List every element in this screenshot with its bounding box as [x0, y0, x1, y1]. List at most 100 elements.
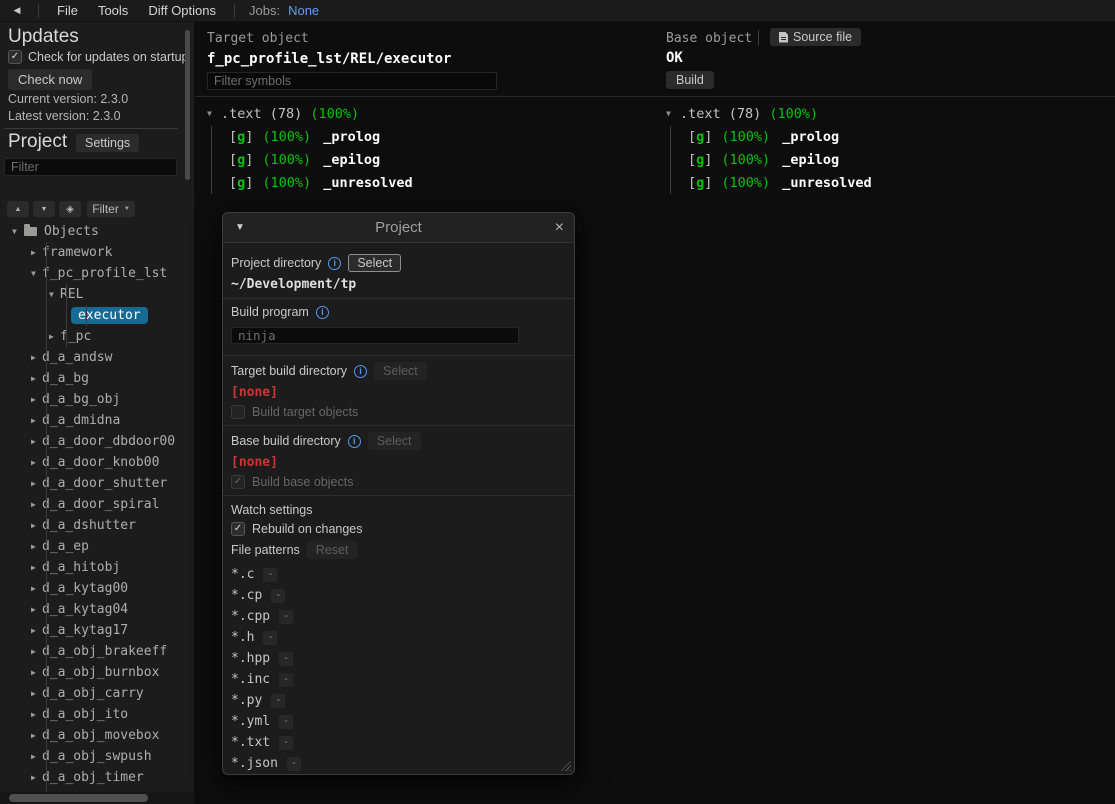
remove-pattern-button[interactable]: - — [279, 736, 293, 750]
close-icon[interactable]: × — [555, 220, 564, 236]
tree-item-executor[interactable]: ▶executor — [0, 305, 182, 326]
collapsed-arrow-icon[interactable]: ▶ — [31, 353, 42, 362]
collapsed-arrow-icon[interactable]: ▶ — [31, 248, 42, 257]
remove-pattern-button[interactable]: - — [263, 631, 277, 645]
tree-item-d_a_door_shutter[interactable]: ▶d_a_door_shutter — [0, 473, 182, 494]
collapsed-arrow-icon[interactable]: ▶ — [31, 710, 42, 719]
collapsed-arrow-icon[interactable]: ▶ — [31, 647, 42, 656]
collapse-all-button[interactable]: ▲ — [7, 201, 29, 217]
tree-item-d_a_bg[interactable]: ▶d_a_bg — [0, 368, 182, 389]
tree-item-framework[interactable]: ▶framework — [0, 242, 182, 263]
collapsed-arrow-icon[interactable]: ▶ — [31, 668, 42, 677]
collapsed-arrow-icon[interactable]: ▶ — [49, 332, 60, 341]
symbol-filter-input[interactable] — [207, 72, 497, 90]
tree-item-d_a_obj_brakeeff[interactable]: ▶d_a_obj_brakeeff — [0, 641, 182, 662]
expand-all-button[interactable]: ▼ — [33, 201, 55, 217]
tree-item-d_a_door_spiral[interactable]: ▶d_a_door_spiral — [0, 494, 182, 515]
build-base-objects-checkbox[interactable]: ✓ — [231, 475, 245, 489]
filter-dropdown[interactable]: Filter ▼ — [87, 201, 135, 217]
menu-diff-options[interactable]: Diff Options — [138, 3, 226, 18]
collapsed-arrow-icon[interactable]: ▶ — [31, 416, 42, 425]
back-icon[interactable]: ◀ — [4, 5, 30, 16]
expanded-arrow-icon[interactable]: ▼ — [31, 269, 42, 278]
collapsed-arrow-icon[interactable]: ▶ — [31, 542, 42, 551]
remove-pattern-button[interactable]: - — [271, 694, 285, 708]
tree-item-f_pc_profile_lst[interactable]: ▼f_pc_profile_lst — [0, 263, 182, 284]
source-file-button[interactable]: Source file — [770, 28, 861, 46]
collapsed-arrow-icon[interactable]: ▶ — [31, 689, 42, 698]
remove-pattern-button[interactable]: - — [279, 715, 293, 729]
checkbox-icon[interactable]: ✓ — [8, 50, 22, 64]
tree-item-f_pc[interactable]: ▶f_pc — [0, 326, 182, 347]
expanded-arrow-icon[interactable]: ▼ — [207, 109, 221, 118]
collapsed-arrow-icon[interactable]: ▶ — [31, 500, 42, 509]
check-now-button[interactable]: Check now — [8, 69, 92, 90]
remove-pattern-button[interactable]: - — [279, 673, 293, 687]
info-icon[interactable] — [328, 257, 341, 270]
symbol-row[interactable]: [g](100%)_epilog — [207, 148, 657, 171]
base-build-directory-select-button[interactable]: Select — [368, 432, 421, 450]
tree-item-d_a_kytag17[interactable]: ▶d_a_kytag17 — [0, 620, 182, 641]
tree-item-d_a_hitobj[interactable]: ▶d_a_hitobj — [0, 557, 182, 578]
tree-item-d_a_dmidna[interactable]: ▶d_a_dmidna — [0, 410, 182, 431]
info-icon[interactable] — [354, 365, 367, 378]
tree-item-d_a_obj_timer[interactable]: ▶d_a_obj_timer — [0, 767, 182, 788]
dialog-titlebar[interactable]: ▼ Project × — [223, 213, 574, 243]
project-filter-input[interactable] — [4, 158, 177, 176]
scrollbar-thumb[interactable] — [9, 794, 148, 802]
sidebar-vertical-scrollbar[interactable] — [185, 30, 190, 180]
collapsed-arrow-icon[interactable]: ▶ — [31, 437, 42, 446]
expanded-arrow-icon[interactable]: ▼ — [666, 109, 680, 118]
sidebar-horizontal-scrollbar[interactable] — [0, 792, 195, 804]
build-button[interactable]: Build — [666, 71, 714, 89]
tree-item-d_a_obj_burnbox[interactable]: ▶d_a_obj_burnbox — [0, 662, 182, 683]
tree-item-d_a_bg_obj[interactable]: ▶d_a_bg_obj — [0, 389, 182, 410]
tree-item-d_a_kytag04[interactable]: ▶d_a_kytag04 — [0, 599, 182, 620]
symbol-row[interactable]: [g](100%)_unresolved — [666, 171, 1115, 194]
remove-pattern-button[interactable]: - — [279, 610, 293, 624]
remove-pattern-button[interactable]: - — [279, 652, 293, 666]
rebuild-on-changes-checkbox[interactable]: ✓ — [231, 522, 245, 536]
locate-object-button[interactable]: ◈ — [59, 201, 81, 217]
symbol-row[interactable]: [g](100%)_prolog — [666, 125, 1115, 148]
update-startup-checkbox[interactable]: ✓ Check for updates on startup — [8, 50, 189, 64]
menu-tools[interactable]: Tools — [88, 3, 138, 18]
tree-item-d_a_obj_carry[interactable]: ▶d_a_obj_carry — [0, 683, 182, 704]
build-program-input[interactable] — [231, 327, 519, 344]
expanded-arrow-icon[interactable]: ▼ — [12, 227, 23, 236]
tree-item-d_a_dshutter[interactable]: ▶d_a_dshutter — [0, 515, 182, 536]
tree-item-d_a_kytag00[interactable]: ▶d_a_kytag00 — [0, 578, 182, 599]
collapsed-arrow-icon[interactable]: ▶ — [31, 752, 42, 761]
menu-file[interactable]: File — [47, 3, 88, 18]
tree-item-REL[interactable]: ▼REL — [0, 284, 182, 305]
tree-item-d_a_obj_swpush[interactable]: ▶d_a_obj_swpush — [0, 746, 182, 767]
info-icon[interactable] — [316, 306, 329, 319]
tree-item-d_a_obj_movebox[interactable]: ▶d_a_obj_movebox — [0, 725, 182, 746]
collapsed-arrow-icon[interactable]: ▶ — [31, 626, 42, 635]
collapsed-arrow-icon[interactable]: ▶ — [31, 374, 42, 383]
tree-item-d_a_door_knob00[interactable]: ▶d_a_door_knob00 — [0, 452, 182, 473]
reset-patterns-button[interactable]: Reset — [307, 541, 358, 559]
collapsed-arrow-icon[interactable]: ▶ — [31, 605, 42, 614]
section-header-row[interactable]: ▼.text (78) (100%) — [207, 102, 657, 125]
target-build-directory-select-button[interactable]: Select — [374, 362, 427, 380]
remove-pattern-button[interactable]: - — [263, 568, 277, 582]
collapsed-arrow-icon[interactable]: ▶ — [31, 731, 42, 740]
collapsed-arrow-icon[interactable]: ▶ — [31, 479, 42, 488]
symbol-row[interactable]: [g](100%)_prolog — [207, 125, 657, 148]
tree-item-d_a_obj_ito[interactable]: ▶d_a_obj_ito — [0, 704, 182, 725]
collapsed-arrow-icon[interactable]: ▶ — [31, 395, 42, 404]
symbol-row[interactable]: [g](100%)_epilog — [666, 148, 1115, 171]
collapsed-arrow-icon[interactable]: ▶ — [31, 458, 42, 467]
project-settings-button[interactable]: Settings — [76, 134, 139, 152]
build-target-objects-checkbox[interactable]: ✓ — [231, 405, 245, 419]
symbol-row[interactable]: [g](100%)_unresolved — [207, 171, 657, 194]
section-header-row[interactable]: ▼.text (78) (100%) — [666, 102, 1115, 125]
tree-item-d_a_andsw[interactable]: ▶d_a_andsw — [0, 347, 182, 368]
project-directory-select-button[interactable]: Select — [348, 254, 401, 272]
info-icon[interactable] — [348, 435, 361, 448]
tree-item-Objects[interactable]: ▼Objects — [0, 221, 182, 242]
collapsed-arrow-icon[interactable]: ▶ — [31, 584, 42, 593]
collapsed-arrow-icon[interactable]: ▶ — [31, 773, 42, 782]
jobs-status-link[interactable]: None — [288, 3, 319, 18]
